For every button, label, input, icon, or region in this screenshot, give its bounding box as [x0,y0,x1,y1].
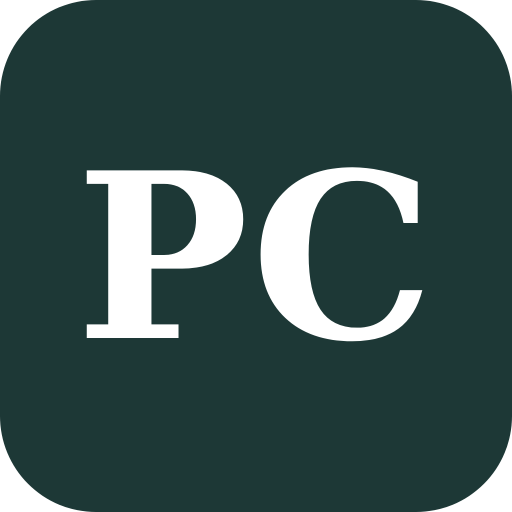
app-icon: PC [0,0,512,512]
monogram-label: PC [75,123,436,393]
